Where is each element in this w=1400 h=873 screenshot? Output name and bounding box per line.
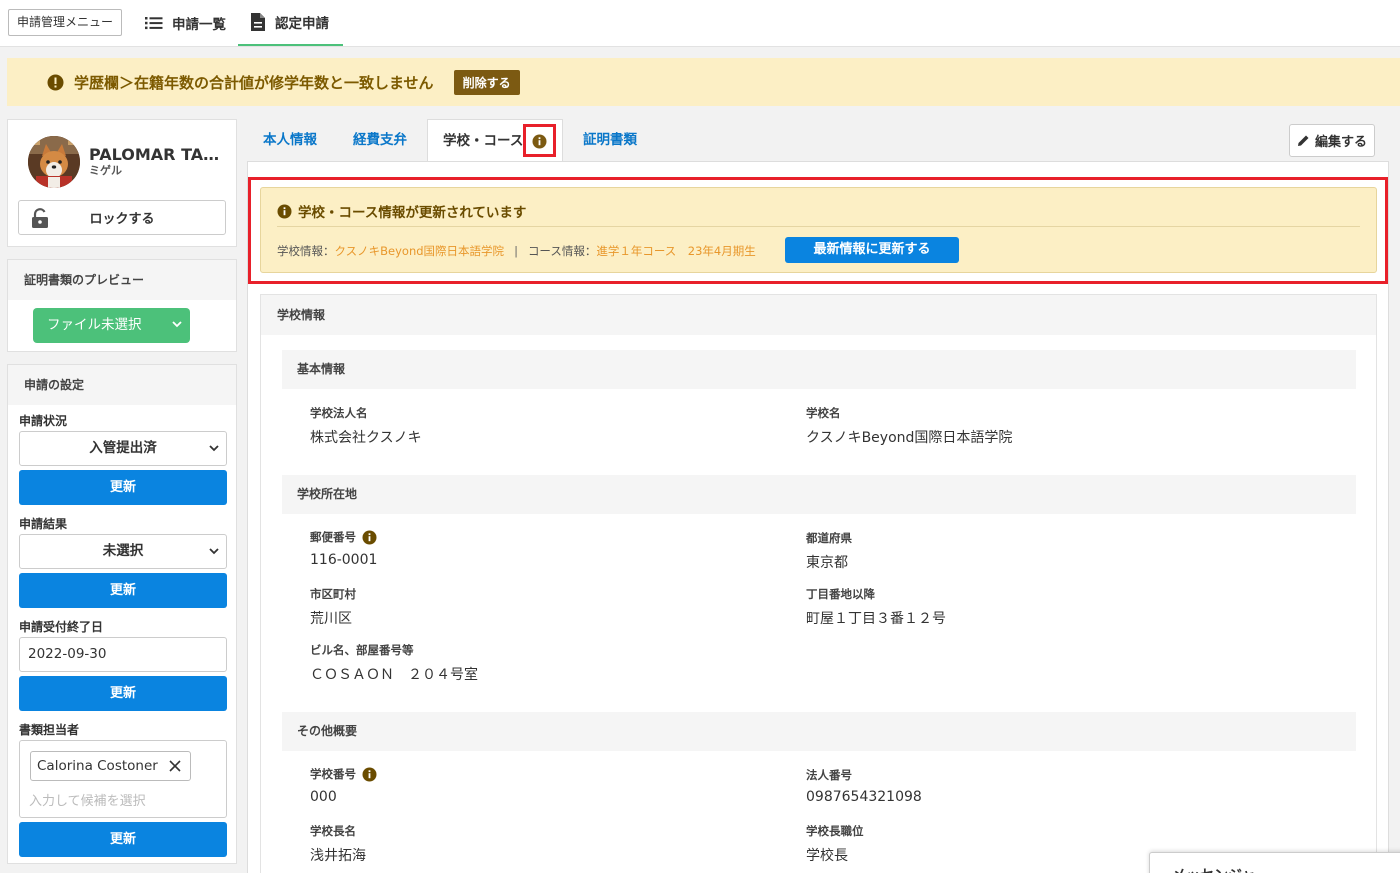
update-notice: 学校・コース情報が更新されています 学校情報：クスノキBeyond国際日本語学院… [260, 187, 1377, 273]
status-update-button[interactable]: 更新 [19, 470, 227, 505]
settings-heading: 申請の設定 [8, 365, 236, 405]
application-settings-card: 申請の設定 申請状況 入管提出済 更新 申請結果 未選択 更新 申請受付終了日 … [7, 364, 237, 864]
nav-certification-application-label: 認定申請 [275, 16, 329, 32]
info-icon[interactable] [362, 530, 377, 545]
edit-button[interactable]: 編集する [1289, 124, 1375, 157]
nav-application-list[interactable]: 申請一覧 [145, 0, 226, 46]
lock-button[interactable]: ロックする [18, 200, 226, 235]
tab-personal-info[interactable]: 本人情報 [263, 119, 317, 161]
prefecture-value: 東京都 [806, 555, 848, 571]
school-name-label: 学校名 [806, 406, 841, 420]
tab-documents[interactable]: 証明書類 [583, 119, 637, 161]
messenger-panel[interactable]: メッセンジャー [1149, 852, 1400, 873]
exclamation-icon [47, 74, 64, 90]
street-value: 町屋１丁目３番１２号 [806, 611, 946, 627]
file-select-value: ファイル未選択 [47, 317, 142, 333]
application-menu-button[interactable]: 申請管理メニュー [8, 9, 123, 36]
pencil-icon [1297, 135, 1309, 146]
alert-text: 学歴欄＞在籍年数の合計値が修学年数と一致しません [74, 73, 434, 92]
notice-title-text: 学校・コース情報が更新されています [298, 205, 527, 221]
refresh-latest-button[interactable]: 最新情報に更新する [785, 237, 959, 263]
corp-name-label: 学校法人名 [310, 406, 368, 420]
status-select-value: 入管提出済 [89, 440, 157, 456]
principal-title-label: 学校長職位 [806, 824, 864, 838]
address-heading: 学校所在地 [282, 475, 1356, 514]
deadline-input[interactable]: 2022-09-30 [19, 637, 227, 672]
validation-alert: 学歴欄＞在籍年数の合計値が修学年数と一致しません 削除する [7, 58, 1400, 106]
corp-name-value: 株式会社クスノキ [310, 430, 422, 446]
principal-title-value: 学校長 [806, 848, 848, 864]
lock-button-label: ロックする [89, 212, 155, 227]
city-value: 荒川区 [310, 611, 352, 627]
document-icon [251, 13, 265, 31]
avatar [28, 136, 80, 188]
chevron-down-icon [209, 548, 219, 555]
messenger-label: メッセンジャー [1172, 865, 1269, 873]
zip-value: 116-0001 [310, 552, 378, 568]
other-overview-heading: その他概要 [282, 712, 1356, 751]
owner-placeholder: 入力して候補を選択 [29, 794, 146, 809]
close-icon[interactable] [169, 760, 181, 772]
notice-separator: | [514, 244, 518, 258]
preview-heading: 証明書類のプレビュー [8, 260, 236, 300]
school-name-value: クスノキBeyond国際日本語学院 [806, 430, 1013, 446]
corp-number-label: 法人番号 [806, 768, 852, 782]
school-info-heading: 学校情報 [261, 295, 1376, 335]
street-label: 丁目番地以降 [806, 587, 875, 601]
edit-button-label: 編集する [1314, 135, 1367, 150]
school-number-label-text: 学校番号 [310, 767, 356, 781]
owner-tag: Calorina Costoner [30, 751, 191, 781]
status-select[interactable]: 入管提出済 [19, 431, 227, 466]
highlight-box-tab-icon [523, 124, 556, 157]
school-number-label: 学校番号 [310, 766, 377, 782]
profile-sub-name: ミゲル [89, 164, 122, 177]
principal-name-value: 浅井拓海 [310, 848, 366, 864]
list-icon [145, 17, 163, 30]
prefecture-label: 都道府県 [806, 531, 852, 545]
result-update-button[interactable]: 更新 [19, 573, 227, 608]
chevron-down-icon [209, 445, 219, 452]
school-number-value: 000 [310, 789, 337, 805]
tab-school-course-label: 学校・コース [443, 133, 524, 149]
zip-label: 郵便番号 [310, 529, 377, 545]
notice-title: 学校・コース情報が更新されています [277, 201, 526, 221]
notice-course-label: コース情報： [527, 244, 597, 258]
school-info-card: 学校情報 基本情報 学校法人名 株式会社クスノキ 学校名 クスノキBeyond国… [260, 294, 1377, 873]
notice-details: 学校情報：クスノキBeyond国際日本語学院 | コース情報：進学１年コース 23年… [277, 243, 756, 259]
owner-multiselect[interactable]: Calorina Costoner 入力して候補を選択 [19, 740, 227, 818]
zip-label-text: 郵便番号 [310, 530, 356, 544]
notice-course-value: 進学１年コース 23年4月期生 [596, 244, 756, 258]
tab-expense[interactable]: 経費支弁 [353, 119, 407, 161]
building-value: ＣＯＳＡＯＮ ２０４号室 [310, 667, 478, 683]
chevron-down-icon [172, 321, 182, 328]
nav-application-list-label: 申請一覧 [172, 17, 226, 33]
principal-name-label: 学校長名 [310, 824, 356, 838]
alert-delete-button[interactable]: 削除する [453, 69, 520, 95]
city-label: 市区町村 [310, 587, 356, 601]
status-label: 申請状況 [19, 414, 68, 428]
info-icon [277, 204, 292, 218]
result-label: 申請結果 [19, 517, 68, 531]
owner-tag-label: Calorina Costoner [37, 758, 158, 774]
deadline-label: 申請受付終了日 [19, 620, 104, 634]
notice-school-label: 学校情報： [277, 244, 335, 258]
unlock-icon [32, 208, 48, 228]
profile-card: PALOMAR TA… ミゲル ロックする [7, 119, 237, 247]
info-icon[interactable] [362, 767, 377, 782]
notice-divider [277, 226, 1360, 227]
owner-update-button[interactable]: 更新 [19, 822, 227, 857]
building-label: ビル名、部屋番号等 [310, 643, 414, 657]
top-navigation: 申請管理メニュー 申請一覧 認定申請 [0, 0, 1400, 47]
corp-number-value: 0987654321098 [806, 789, 922, 805]
result-select[interactable]: 未選択 [19, 534, 227, 569]
document-preview-card: 証明書類のプレビュー ファイル未選択 [7, 259, 237, 352]
basic-info-heading: 基本情報 [282, 350, 1356, 389]
result-select-value: 未選択 [102, 543, 144, 559]
notice-school-value: クスノキBeyond国際日本語学院 [334, 244, 505, 258]
nav-certification-application[interactable]: 認定申請 [238, 0, 343, 46]
owner-label: 書類担当者 [19, 723, 80, 737]
file-select[interactable]: ファイル未選択 [33, 308, 190, 343]
deadline-update-button[interactable]: 更新 [19, 676, 227, 711]
